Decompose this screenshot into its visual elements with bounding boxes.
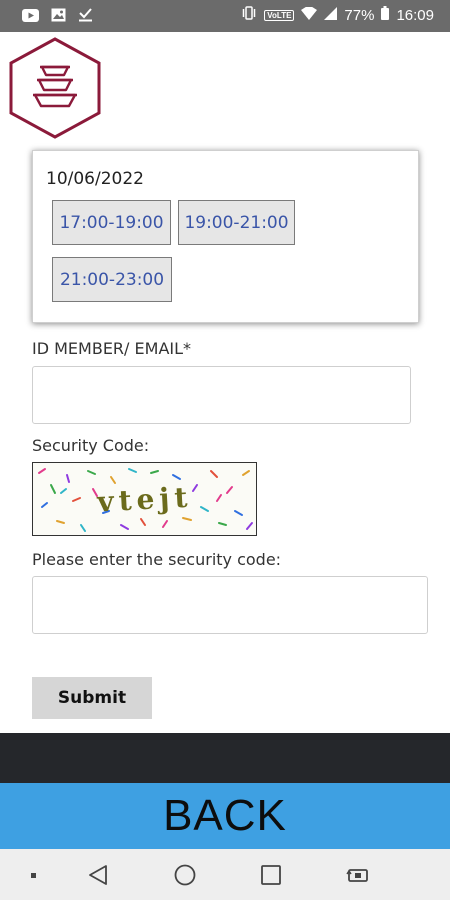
stacked-bowls-icon (9, 37, 101, 139)
back-button[interactable]: BACK (0, 783, 450, 849)
booking-date: 10/06/2022 (46, 169, 144, 189)
back-triangle-icon[interactable] (86, 863, 110, 887)
enter-code-label: Please enter the security code: (32, 550, 282, 569)
home-circle-icon[interactable] (173, 863, 197, 887)
back-label: BACK (163, 791, 287, 840)
id-email-input[interactable] (32, 366, 411, 424)
booking-slots-card: 10/06/2022 17:00-19:00 19:00-21:00 21:00… (32, 150, 419, 323)
status-bar: VoLTE 77% 16:09 (0, 0, 450, 32)
wifi-icon (301, 4, 318, 24)
time-slot-button[interactable]: 21:00-23:00 (52, 257, 172, 302)
signal-icon (324, 6, 338, 24)
youtube-icon (22, 7, 39, 26)
brand-logo[interactable] (6, 36, 104, 140)
security-code-label: Security Code: (32, 436, 150, 455)
captcha-image: vtejt (32, 462, 257, 536)
time-slot-button[interactable]: 19:00-21:00 (178, 200, 295, 245)
security-code-input[interactable] (32, 576, 428, 634)
captcha-text: vtejt (95, 481, 193, 519)
id-email-label: ID MEMBER/ EMAIL* (32, 339, 192, 358)
rotate-screen-icon[interactable] (346, 863, 370, 887)
vibrate-icon (241, 6, 257, 24)
battery-percent: 77% (344, 6, 375, 24)
recents-square-icon[interactable] (259, 863, 283, 887)
download-done-icon (78, 7, 93, 26)
submit-button[interactable]: Submit (32, 677, 152, 719)
dot-icon[interactable] (22, 863, 46, 887)
footer-band (0, 733, 450, 783)
volte-icon: VoLTE (264, 9, 295, 21)
system-nav-bar (0, 849, 450, 900)
time-slot-button[interactable]: 17:00-19:00 (52, 200, 171, 245)
battery-icon (381, 6, 390, 24)
clock: 16:09 (396, 6, 434, 24)
image-icon (51, 7, 66, 26)
